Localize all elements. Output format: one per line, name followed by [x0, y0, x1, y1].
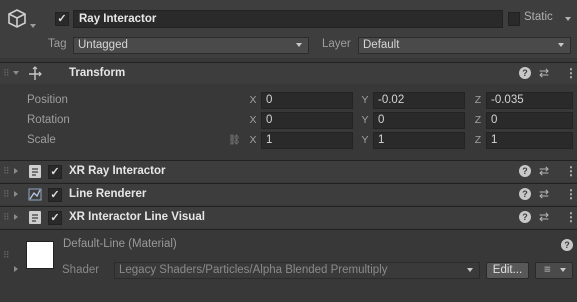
- position-label: Position: [27, 94, 68, 106]
- transform-rotation-row: Rotation X 0 Y 0 Z 0: [0, 112, 577, 130]
- foldout-closed-icon[interactable]: [14, 168, 18, 174]
- transform-icon: [29, 66, 42, 80]
- foldout-closed-icon[interactable]: [14, 266, 18, 272]
- line-renderer-header[interactable]: ⠿ ✓ Line Renderer ? ⇄ ⋮: [0, 183, 577, 205]
- edit-shader-button[interactable]: Edit...: [486, 262, 529, 279]
- chevron-down-icon: [558, 43, 564, 47]
- drag-handle-icon[interactable]: ⠿: [3, 212, 10, 223]
- foldout-open-icon[interactable]: [13, 71, 19, 75]
- help-icon[interactable]: ?: [519, 67, 531, 79]
- help-icon[interactable]: ?: [519, 165, 531, 177]
- kebab-menu-icon[interactable]: ⋮: [565, 187, 577, 201]
- icon-dropdown-caret-icon[interactable]: [30, 24, 36, 28]
- xr-ray-interactor-header[interactable]: ⠿ ✓ XR Ray Interactor ? ⇄ ⋮: [0, 160, 577, 182]
- rotation-x-axis-label[interactable]: X: [247, 114, 259, 126]
- preset-icon[interactable]: ⇄: [539, 164, 549, 178]
- layer-value: Default: [363, 39, 400, 51]
- static-dropdown-caret-icon[interactable]: [565, 17, 571, 21]
- gameobject-cube-icon[interactable]: [6, 8, 28, 30]
- rotation-z-axis-label[interactable]: Z: [472, 114, 484, 126]
- rotation-x-field[interactable]: 0: [261, 112, 353, 129]
- position-x-axis-label[interactable]: X: [247, 94, 259, 106]
- material-preview-swatch[interactable]: [26, 241, 54, 269]
- scale-x-field[interactable]: 1: [261, 132, 353, 149]
- position-y-axis-label[interactable]: Y: [359, 94, 371, 106]
- header-actions: ? ⇄ ⋮: [517, 210, 577, 226]
- line-renderer-enabled-checkbox[interactable]: ✓: [48, 188, 62, 202]
- shader-label: Shader: [62, 264, 100, 276]
- drag-handle-icon[interactable]: ⠿: [3, 250, 10, 261]
- active-checkbox[interactable]: ✓: [55, 12, 69, 26]
- header-actions: ? ⇄ ⋮: [517, 66, 577, 82]
- drag-handle-icon[interactable]: ⠿: [3, 68, 10, 79]
- drag-handle-icon[interactable]: ⠿: [3, 189, 10, 200]
- preset-icon[interactable]: ⇄: [539, 187, 549, 201]
- material-list-button[interactable]: ≡: [535, 262, 573, 279]
- transform-scale-row: Scale ⛓ X 1 Y 1 Z 1: [0, 132, 577, 150]
- gameobject-header: ✓ Ray Interactor Static Tag Untagged Lay…: [0, 0, 577, 58]
- script-icon: [29, 165, 41, 178]
- rotation-y-axis-label[interactable]: Y: [359, 114, 371, 126]
- preset-icon[interactable]: ⇄: [539, 66, 549, 80]
- xr-interactor-line-visual-header[interactable]: ⠿ ✓ XR Interactor Line Visual ? ⇄ ⋮: [0, 206, 577, 228]
- help-icon[interactable]: ?: [519, 188, 531, 200]
- scale-label: Scale: [27, 134, 56, 146]
- chevron-down-icon: [467, 268, 473, 272]
- help-icon[interactable]: ?: [561, 239, 573, 251]
- xr-interactor-line-visual-title: XR Interactor Line Visual: [69, 211, 205, 223]
- position-y-field[interactable]: -0.02: [373, 92, 465, 109]
- tag-dropdown[interactable]: Untagged: [73, 37, 309, 54]
- transform-title: Transform: [69, 67, 126, 79]
- shader-value: Legacy Shaders/Particles/Alpha Blended P…: [119, 264, 388, 276]
- tag-value: Untagged: [78, 39, 128, 51]
- scale-z-field[interactable]: 1: [486, 132, 573, 149]
- line-renderer-title: Line Renderer: [69, 188, 147, 200]
- preset-icon[interactable]: ⇄: [539, 210, 549, 224]
- rotation-z-field[interactable]: 0: [486, 112, 573, 129]
- line-renderer-icon: [28, 188, 42, 201]
- transform-header[interactable]: ⠿ Transform ? ⇄ ⋮: [0, 62, 577, 84]
- rotation-y-field[interactable]: 0: [373, 112, 465, 129]
- layer-dropdown[interactable]: Default: [358, 37, 571, 54]
- kebab-menu-icon[interactable]: ⋮: [565, 164, 577, 178]
- scale-constraint-link-icon[interactable]: ⛓: [228, 135, 241, 146]
- scale-x-axis-label[interactable]: X: [247, 134, 259, 146]
- chevron-down-icon: [296, 43, 302, 47]
- help-icon[interactable]: ?: [519, 211, 531, 223]
- chevron-down-icon: [560, 268, 566, 272]
- rotation-label: Rotation: [27, 114, 70, 126]
- scale-z-axis-label[interactable]: Z: [472, 134, 484, 146]
- list-icon: ≡: [544, 264, 551, 276]
- position-x-field[interactable]: 0: [261, 92, 353, 109]
- shader-dropdown[interactable]: Legacy Shaders/Particles/Alpha Blended P…: [114, 262, 480, 279]
- header-actions: ? ⇄ ⋮: [517, 187, 577, 203]
- script-icon: [29, 211, 41, 224]
- kebab-menu-icon[interactable]: ⋮: [565, 66, 577, 80]
- xr-ray-interactor-enabled-checkbox[interactable]: ✓: [48, 165, 62, 179]
- xr-interactor-line-visual-enabled-checkbox[interactable]: ✓: [48, 211, 62, 225]
- material-name: Default-Line (Material): [63, 238, 177, 250]
- static-checkbox[interactable]: [508, 12, 520, 26]
- scale-y-axis-label[interactable]: Y: [359, 134, 371, 146]
- drag-handle-icon[interactable]: ⠿: [3, 166, 10, 177]
- gameobject-name-input[interactable]: Ray Interactor: [73, 10, 503, 28]
- foldout-closed-icon[interactable]: [14, 191, 18, 197]
- layer-label: Layer: [322, 38, 351, 50]
- tag-label: Tag: [48, 38, 67, 50]
- foldout-closed-icon[interactable]: [14, 214, 18, 220]
- position-z-axis-label[interactable]: Z: [472, 94, 484, 106]
- position-z-field[interactable]: -0.035: [486, 92, 573, 109]
- kebab-menu-icon[interactable]: ⋮: [565, 210, 577, 224]
- scale-y-field[interactable]: 1: [373, 132, 465, 149]
- xr-ray-interactor-title: XR Ray Interactor: [69, 165, 166, 177]
- static-label: Static: [524, 11, 553, 23]
- transform-position-row: Position X 0 Y -0.02 Z -0.035: [0, 92, 577, 110]
- header-actions: ? ⇄ ⋮: [517, 164, 577, 180]
